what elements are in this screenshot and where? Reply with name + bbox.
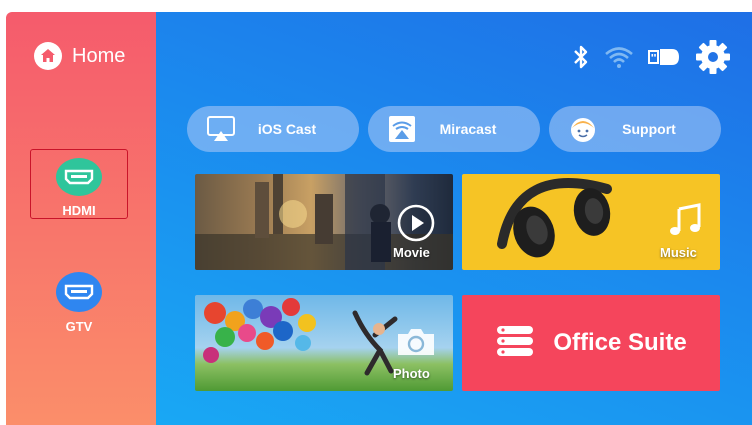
play-icon — [396, 203, 436, 248]
source-gtv[interactable]: GTV — [30, 264, 128, 334]
source-label: HDMI — [62, 203, 96, 218]
home-button[interactable]: Home — [34, 42, 125, 70]
support-button[interactable]: Support — [549, 106, 721, 152]
office-suite-tile[interactable]: Office Suite — [462, 295, 720, 391]
launcher-screen: Home HDMI GTV iOS Cast Miracast Support … — [6, 12, 752, 425]
wifi-icon[interactable] — [604, 45, 634, 69]
sidebar: Home HDMI GTV — [6, 12, 156, 425]
hdmi-icon — [56, 158, 102, 196]
office-suite-label: Office Suite — [553, 329, 687, 356]
photo-tile[interactable]: Photo — [195, 295, 453, 391]
movie-label: Movie — [393, 245, 430, 260]
miracast-icon — [386, 113, 418, 145]
storage-icon[interactable] — [648, 47, 680, 67]
music-tile[interactable]: Music — [462, 174, 720, 270]
movie-tile[interactable]: Movie — [195, 174, 453, 270]
photo-label: Photo — [393, 366, 430, 381]
source-hdmi[interactable]: HDMI — [30, 149, 128, 219]
home-label: Home — [72, 44, 126, 67]
support-face-icon — [567, 113, 599, 145]
stack-list-icon — [495, 324, 535, 363]
ios-cast-label: iOS Cast — [257, 121, 317, 137]
source-label: GTV — [65, 319, 93, 334]
music-label: Music — [660, 245, 697, 260]
bluetooth-icon[interactable] — [572, 44, 590, 70]
home-icon — [34, 42, 62, 70]
ios-cast-button[interactable]: iOS Cast — [187, 106, 359, 152]
miracast-button[interactable]: Miracast — [368, 106, 540, 152]
hdmi-port-icon — [56, 272, 102, 312]
camera-icon — [394, 326, 438, 363]
status-bar — [572, 38, 732, 76]
support-label: Support — [622, 121, 676, 137]
main-panel: iOS Cast Miracast Support Movie Music Ph… — [156, 12, 752, 425]
music-note-icon — [665, 201, 705, 246]
airplay-icon — [205, 113, 237, 145]
miracast-label: Miracast — [439, 121, 497, 137]
gear-icon[interactable] — [694, 38, 732, 76]
